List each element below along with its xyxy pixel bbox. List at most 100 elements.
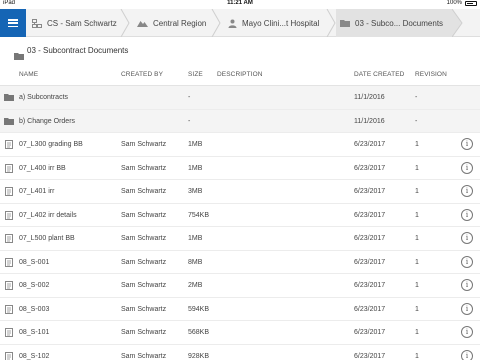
info-icon[interactable]: i	[461, 232, 473, 244]
document-icon	[5, 257, 13, 269]
column-header-size[interactable]: SIZE	[188, 71, 203, 78]
status-bar: iPad 11:21 AM 100%	[0, 0, 480, 8]
table-header: NAME CREATED BY SIZE DESCRIPTION DATE CR…	[0, 64, 480, 86]
column-header-revision[interactable]: REVISION	[415, 71, 447, 78]
row-name: 07_L400 irr BB	[19, 164, 66, 172]
document-icon	[5, 234, 13, 245]
file-row[interactable]: 08_S-102 Sam Schwartz 928KB 6/23/2017 1 i	[0, 345, 480, 360]
file-row[interactable]: 07_L402 irr details Sam Schwartz 754KB 6/23…	[0, 204, 480, 227]
battery-icon	[465, 1, 477, 6]
row-size: 3MB	[188, 188, 203, 195]
file-row[interactable]: 08_S-001 Sam Schwartz 8MB 6/23/2017 1 i	[0, 251, 480, 274]
info-icon[interactable]: i	[461, 279, 473, 291]
row-created-by: Sam Schwartz	[121, 164, 167, 172]
row-revision: 1	[415, 141, 419, 148]
breadcrumb-separator-icon	[211, 9, 221, 37]
file-row[interactable]: 08_S-003 Sam Schwartz 594KB 6/23/2017 1 i	[0, 298, 480, 321]
row-created-by: Sam Schwartz	[121, 352, 167, 360]
breadcrumb: CS - Sam Schwartz Central Region Mayo Cl…	[0, 9, 480, 37]
clock: 11:21 AM	[227, 0, 253, 6]
info-icon[interactable]: i	[461, 208, 473, 221]
breadcrumb-label: 03 - Subco... Documents	[355, 18, 444, 28]
breadcrumb-item-current-folder[interactable]: 03 - Subco... Documents	[336, 9, 452, 37]
row-created-by: Sam Schwartz	[121, 141, 167, 148]
person-icon	[228, 19, 237, 28]
breadcrumb-separator-icon	[120, 9, 130, 37]
row-revision: 1	[415, 329, 419, 336]
folder-icon	[4, 93, 14, 103]
row-name: 08_S-003	[19, 305, 50, 313]
row-created-by: Sam Schwartz	[121, 235, 167, 242]
row-date-created: 6/23/2017	[354, 188, 386, 195]
breadcrumb-item-project[interactable]: Mayo Clini...t Hospital	[228, 9, 319, 37]
info-icon[interactable]: i	[461, 138, 473, 150]
document-icon	[5, 304, 13, 316]
row-date-created: 6/23/2017	[354, 352, 386, 360]
row-date-created: 6/23/2017	[354, 164, 386, 172]
battery-percent: 100%	[446, 0, 462, 6]
row-date-created: 6/23/2017	[354, 305, 386, 313]
row-size: 1MB	[188, 164, 203, 172]
row-created-by: Sam Schwartz	[121, 258, 167, 266]
row-revision: 1	[415, 164, 419, 172]
row-size: 1MB	[188, 235, 203, 242]
region-icon	[137, 19, 148, 27]
row-created-by: Sam Schwartz	[121, 282, 167, 289]
file-row[interactable]: 07_L401 irr Sam Schwartz 3MB 6/23/2017 1 i	[0, 180, 480, 204]
row-created-by: Sam Schwartz	[121, 305, 167, 313]
row-date-created: 11/1/2016	[354, 117, 385, 125]
row-size: 568KB	[188, 329, 210, 336]
row-name: 08_S-002	[19, 282, 50, 289]
breadcrumb-end-icon	[452, 9, 463, 37]
file-row[interactable]: 08_S-101 Sam Schwartz 568KB 6/23/2017 1 i	[0, 321, 480, 345]
folder-header: 03 - Subcontract Documents	[0, 38, 480, 64]
folder-row[interactable]: b) Change Orders - 11/1/2016 -	[0, 109, 480, 133]
info-icon[interactable]: i	[461, 349, 473, 360]
info-icon[interactable]: i	[461, 255, 473, 268]
row-size: 594KB	[188, 305, 210, 313]
column-header-created-by[interactable]: CREATED BY	[121, 71, 163, 78]
row-revision: 1	[415, 188, 419, 195]
breadcrumb-label: CS - Sam Schwartz	[47, 18, 117, 28]
row-created-by: Sam Schwartz	[121, 188, 167, 195]
row-size: 2MB	[188, 282, 203, 289]
row-created-by: Sam Schwartz	[121, 211, 167, 219]
folder-icon	[14, 47, 24, 65]
breadcrumb-item-company[interactable]: CS - Sam Schwartz	[32, 9, 117, 37]
menu-button[interactable]	[0, 9, 26, 37]
row-revision: 1	[415, 305, 419, 313]
breadcrumb-item-region[interactable]: Central Region	[137, 9, 206, 37]
folder-icon	[4, 117, 14, 127]
document-icon	[5, 328, 13, 339]
column-header-description[interactable]: DESCRIPTION	[217, 71, 263, 78]
row-name: 08_S-001	[19, 258, 50, 266]
info-icon[interactable]: i	[461, 302, 473, 315]
info-icon[interactable]: i	[461, 326, 473, 338]
document-icon	[5, 187, 13, 198]
row-date-created: 6/23/2017	[354, 211, 386, 219]
folder-row[interactable]: a) Subcontracts - 11/1/2016 -	[0, 86, 480, 110]
row-revision: 1	[415, 352, 419, 360]
row-date-created: 6/23/2017	[354, 258, 386, 266]
folder-icon	[340, 19, 350, 27]
row-size: -	[188, 117, 191, 125]
row-size: 928KB	[188, 352, 210, 360]
row-revision: -	[415, 117, 418, 125]
file-row[interactable]: 07_L500 plant BB Sam Schwartz 1MB 6/23/2017…	[0, 227, 480, 251]
row-name: 07_L500 plant BB	[19, 235, 75, 242]
document-icon	[5, 351, 13, 360]
column-header-date-created[interactable]: DATE CREATED	[354, 71, 404, 78]
row-name: b) Change Orders	[19, 117, 76, 125]
row-date-created: 6/23/2017	[354, 141, 386, 148]
row-revision: 1	[415, 258, 419, 266]
file-row[interactable]: 08_S-002 Sam Schwartz 2MB 6/23/2017 1 i	[0, 274, 480, 298]
row-date-created: 6/23/2017	[354, 282, 386, 289]
info-icon[interactable]: i	[461, 161, 473, 174]
row-date-created: 6/23/2017	[354, 329, 386, 336]
file-row[interactable]: 07_L300 grading BB Sam Schwartz 1MB 6/23/20…	[0, 133, 480, 157]
info-icon[interactable]: i	[461, 185, 473, 197]
row-name: a) Subcontracts	[19, 94, 69, 101]
column-header-name[interactable]: NAME	[19, 71, 38, 78]
file-row[interactable]: 07_L400 irr BB Sam Schwartz 1MB 6/23/2017 1 i	[0, 157, 480, 180]
row-name: 08_S-102	[19, 352, 50, 360]
